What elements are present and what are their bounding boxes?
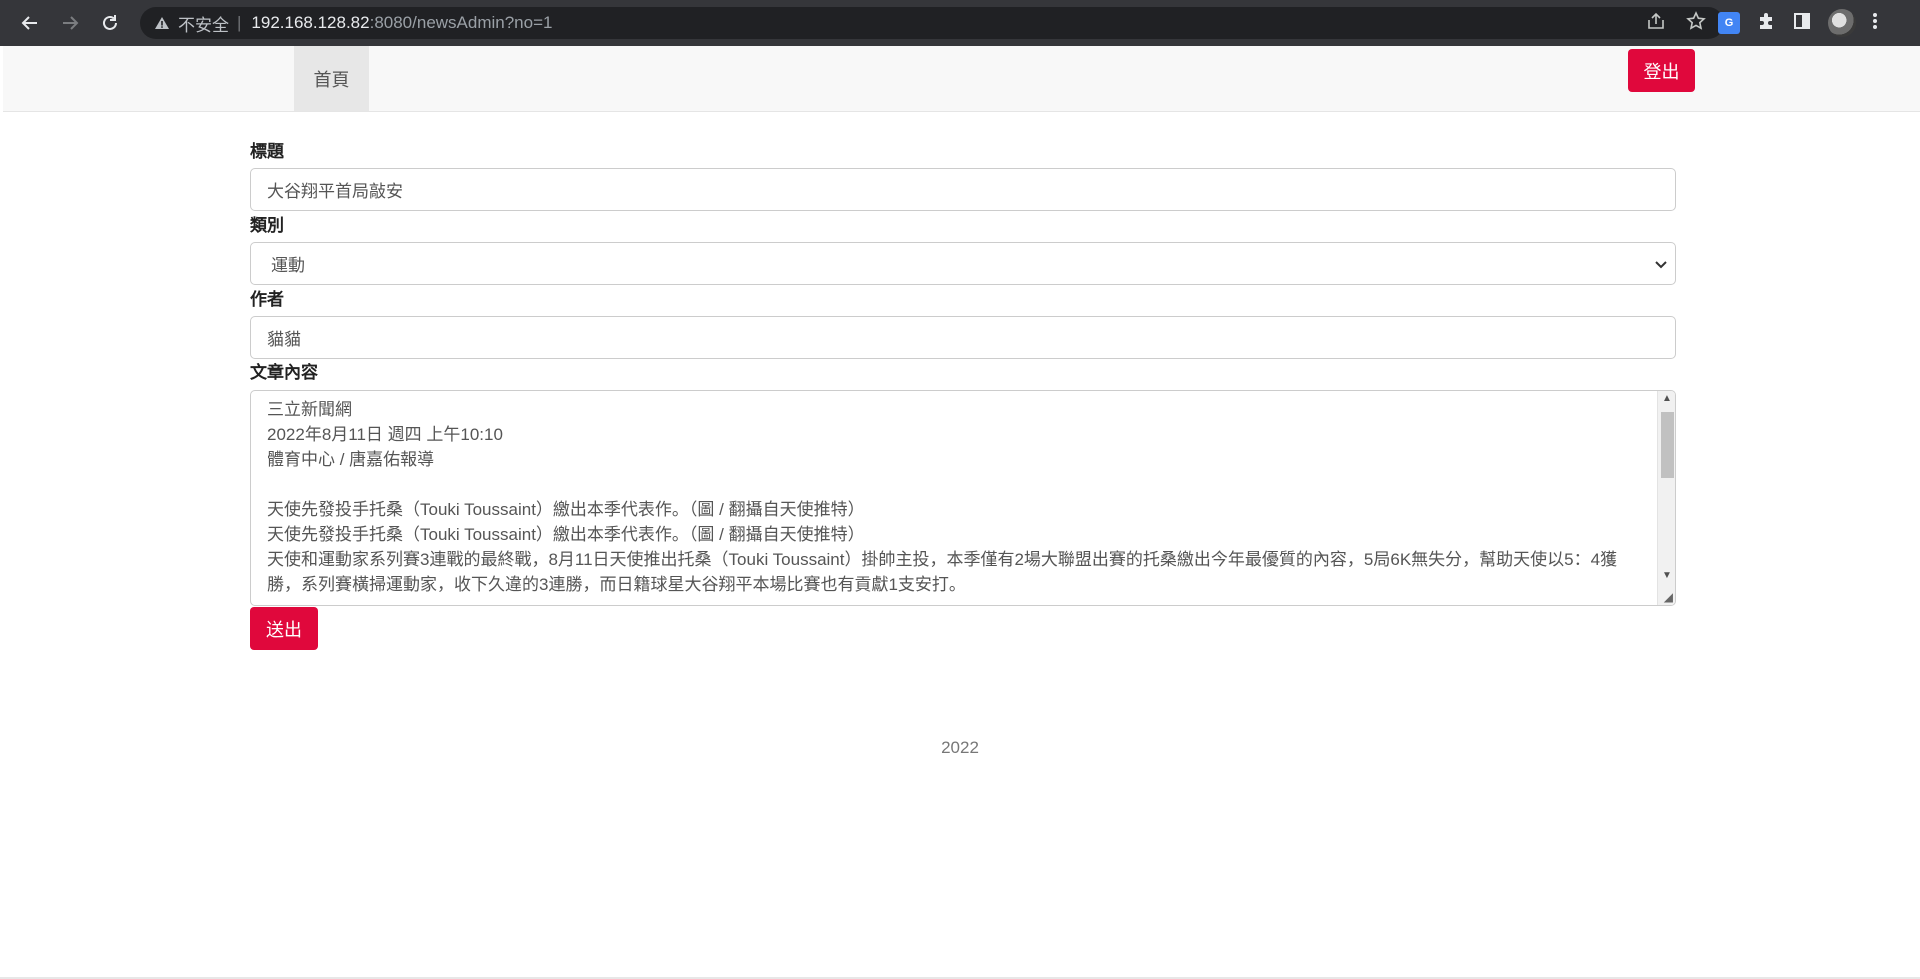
chevron-down-icon bbox=[1655, 256, 1667, 272]
scrollbar-thumb[interactable] bbox=[1661, 412, 1674, 478]
star-icon[interactable] bbox=[1686, 10, 1706, 36]
footer-year: 2022 bbox=[941, 738, 979, 757]
content-label: 文章內容 bbox=[250, 363, 318, 382]
share-icon[interactable] bbox=[1646, 12, 1666, 35]
site-navbar: 首頁 登出 bbox=[3, 46, 1920, 112]
menu-kebab-icon[interactable] bbox=[1872, 11, 1878, 36]
scrollbar[interactable]: ▲ ▼ bbox=[1657, 391, 1675, 605]
nav-item-home[interactable]: 首頁 bbox=[294, 46, 369, 111]
url-path: :8080/newsAdmin?no=1 bbox=[369, 13, 553, 32]
address-bar[interactable]: 不安全 | 192.168.128.82 :8080/newsAdmin?no=… bbox=[140, 7, 1724, 39]
resize-handle-icon[interactable]: ◢ bbox=[1659, 590, 1673, 604]
arrow-right-icon bbox=[63, 16, 79, 30]
warning-icon[interactable] bbox=[154, 16, 170, 30]
logout-button[interactable]: 登出 bbox=[1628, 49, 1695, 92]
browser-toolbar: 不安全 | 192.168.128.82 :8080/newsAdmin?no=… bbox=[0, 0, 1920, 46]
submit-button[interactable]: 送出 bbox=[250, 607, 318, 650]
arrow-left-icon bbox=[21, 16, 37, 30]
category-label: 類別 bbox=[250, 216, 284, 235]
content-text: 三立新聞網 2022年8月11日 週四 上午10:10 體育中心 / 唐嘉佑報導… bbox=[267, 400, 1618, 594]
separator: | bbox=[237, 13, 242, 32]
author-label: 作者 bbox=[250, 290, 284, 309]
url-host: 192.168.128.82 bbox=[251, 13, 370, 32]
reload-icon bbox=[103, 15, 117, 30]
scroll-down-icon[interactable]: ▼ bbox=[1658, 570, 1675, 581]
security-label[interactable]: 不安全 bbox=[178, 11, 229, 36]
category-selected-value: 運動 bbox=[271, 256, 305, 275]
back-button[interactable] bbox=[10, 3, 50, 43]
puzzle-icon[interactable] bbox=[1756, 11, 1776, 36]
scroll-up-icon[interactable]: ▲ bbox=[1658, 393, 1675, 404]
profile-avatar[interactable] bbox=[1828, 9, 1856, 37]
content-textarea[interactable]: 三立新聞網 2022年8月11日 週四 上午10:10 體育中心 / 唐嘉佑報導… bbox=[250, 390, 1676, 606]
title-input[interactable]: 大谷翔平首局敲安 bbox=[250, 168, 1676, 211]
author-input[interactable]: 貓貓 bbox=[250, 316, 1676, 359]
reload-button[interactable] bbox=[90, 3, 130, 43]
title-label: 標題 bbox=[250, 142, 284, 161]
forward-button[interactable] bbox=[50, 3, 90, 43]
translate-extension-icon[interactable]: G bbox=[1718, 12, 1740, 34]
category-select[interactable]: 運動 bbox=[250, 242, 1676, 285]
side-panel-icon[interactable] bbox=[1792, 11, 1812, 36]
